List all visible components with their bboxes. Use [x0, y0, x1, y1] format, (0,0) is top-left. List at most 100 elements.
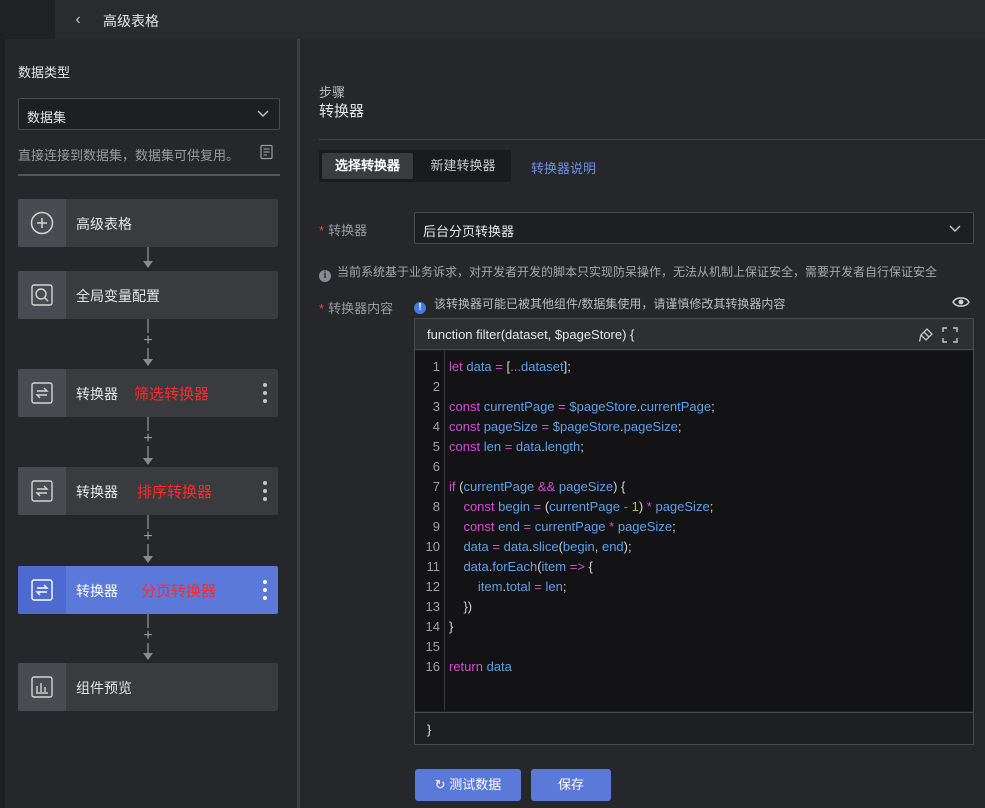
line-number: 14: [425, 619, 440, 634]
code-line: }): [463, 599, 473, 614]
connector-line: [147, 515, 149, 529]
data-type-label: 数据类型: [18, 65, 71, 80]
content-field-label: * 转换器内容: [319, 298, 393, 317]
add-node-icon[interactable]: +: [141, 431, 155, 447]
connector-line: [147, 446, 149, 458]
converter-tag: 筛选转换器: [134, 386, 210, 403]
flow-node-advanced-table[interactable]: 高级表格: [18, 199, 278, 247]
step-title: 转换器: [319, 103, 365, 120]
info-icon: i: [319, 270, 331, 282]
test-data-button[interactable]: ↻ 测试数据: [415, 769, 521, 801]
refresh-icon: ↻: [434, 777, 446, 792]
converter-field-label: * 转换器: [319, 220, 367, 239]
security-notice: i 当前系统基于业务诉求，对开发者开发的脚本只实现防呆操作，无法从机制上保证安全，…: [319, 263, 937, 282]
flow-node-label: 转换器: [76, 386, 118, 402]
code-area[interactable]: 1 2 3 4 5 6 7 8 9 10 11 12 13 14 15 16 l…: [415, 351, 973, 711]
arrow-down-icon: [143, 359, 153, 366]
converter-tag: 排序转换器: [137, 484, 213, 501]
top-bar: ‹ 高级表格: [0, 0, 985, 39]
chevron-down-icon: [257, 110, 269, 117]
usage-warning-text: 该转换器可能已被其他组件/数据集使用，请谨慎修改其转换器内容: [434, 297, 786, 311]
line-number: 7: [432, 479, 440, 494]
converter-select[interactable]: 后台分页转换器: [414, 212, 974, 244]
add-node-icon[interactable]: +: [141, 628, 155, 644]
line-number-gutter: 1 2 3 4 5 6 7 8 9 10 11 12 13 14 15 16: [415, 351, 445, 711]
required-mark: *: [319, 223, 325, 238]
arrow-down-icon: [143, 261, 153, 268]
connector-line: [147, 614, 149, 628]
variable-search-icon: [18, 271, 66, 319]
plus-circle-icon: [18, 199, 66, 247]
format-brush-icon[interactable]: [918, 327, 934, 343]
line-number: 8: [432, 499, 440, 514]
flow-node-label: 转换器: [76, 484, 118, 500]
line-number: 15: [425, 639, 440, 654]
top-bar-side-strip: [0, 0, 55, 39]
connector-line: [147, 247, 149, 261]
required-mark: *: [319, 301, 325, 316]
arrow-down-icon: [143, 653, 153, 660]
more-vertical-icon[interactable]: [262, 480, 268, 502]
connector-line: [147, 319, 149, 333]
flow-node-converter-filter[interactable]: 转换器 筛选转换器: [18, 369, 278, 417]
convert-icon: [18, 369, 66, 417]
code-line: item.total = len;: [477, 579, 567, 594]
convert-icon: [18, 467, 66, 515]
data-type-select[interactable]: 数据集: [18, 98, 280, 130]
line-number: 2: [432, 379, 440, 394]
code-line: const currentPage = $pageStore.currentPa…: [449, 399, 715, 414]
content-field-label-text: 转换器内容: [328, 301, 394, 316]
flow-node-label: 转换器: [76, 583, 118, 599]
flow-node-global-variables[interactable]: 全局变量配置: [18, 271, 278, 319]
line-number: 13: [425, 599, 440, 614]
flow-node-converter-sort[interactable]: 转换器 排序转换器: [18, 467, 278, 515]
chart-preview-icon: [18, 663, 66, 711]
document-icon[interactable]: [259, 144, 275, 160]
save-button[interactable]: 保存: [531, 769, 611, 801]
code-line: const pageSize = $pageStore.pageSize;: [449, 419, 682, 434]
warning-icon: !: [414, 302, 426, 314]
converter-help-link[interactable]: 转换器说明: [531, 158, 596, 177]
tab-select-converter[interactable]: 选择转换器: [322, 153, 413, 179]
line-number: 5: [432, 439, 440, 454]
line-number: 1: [432, 359, 440, 374]
connector-line: [147, 643, 149, 653]
line-number: 12: [425, 579, 440, 594]
code-line: if (currentPage && pageSize) {: [449, 479, 626, 494]
code-editor: function filter(dataset, $pageStore) { 1…: [414, 318, 974, 745]
flow-node-converter-pagination[interactable]: 转换器 分页转换器: [18, 566, 278, 614]
converter-field-label-text: 转换器: [328, 223, 368, 238]
function-signature: function filter(dataset, $pageStore) {: [427, 327, 635, 342]
step-label: 步骤: [319, 85, 346, 100]
flow-node-component-preview[interactable]: 组件预览: [18, 663, 278, 711]
converter-select-value: 后台分页转换器: [423, 224, 515, 239]
security-notice-text: 当前系统基于业务诉求，对开发者开发的脚本只实现防呆操作，无法从机制上保证安全，需…: [337, 265, 938, 279]
code-line: let data = [...dataset];: [449, 359, 571, 374]
code-line: const len = data.length;: [449, 439, 584, 454]
code-line: const end = currentPage * pageSize;: [463, 519, 676, 534]
back-icon[interactable]: ‹: [66, 10, 90, 30]
more-vertical-icon[interactable]: [262, 579, 268, 601]
line-number: 16: [425, 659, 440, 674]
sidebar-divider-rule: [18, 174, 280, 176]
flow-node-label: 全局变量配置: [76, 288, 160, 304]
page-title: 高级表格: [103, 13, 159, 29]
converter-tag: 分页转换器: [141, 583, 217, 600]
convert-icon: [18, 566, 66, 614]
add-node-icon[interactable]: +: [141, 333, 155, 349]
fullscreen-icon[interactable]: [942, 327, 958, 343]
line-number: 6: [432, 459, 440, 474]
line-number: 11: [426, 559, 441, 574]
test-data-button-label: 测试数据: [449, 777, 502, 792]
data-type-select-value: 数据集: [27, 110, 67, 125]
code-line: data = data.slice(begin, end);: [463, 539, 632, 554]
add-node-icon[interactable]: +: [141, 529, 155, 545]
line-number: 4: [432, 419, 440, 434]
code-line: data.forEach(item => {: [463, 559, 593, 574]
more-vertical-icon[interactable]: [262, 382, 268, 404]
tab-new-converter[interactable]: 新建转换器: [419, 153, 507, 179]
arrow-down-icon: [143, 556, 153, 563]
line-number: 9: [432, 519, 440, 534]
line-number: 10: [425, 539, 440, 554]
eye-icon[interactable]: [952, 295, 970, 309]
